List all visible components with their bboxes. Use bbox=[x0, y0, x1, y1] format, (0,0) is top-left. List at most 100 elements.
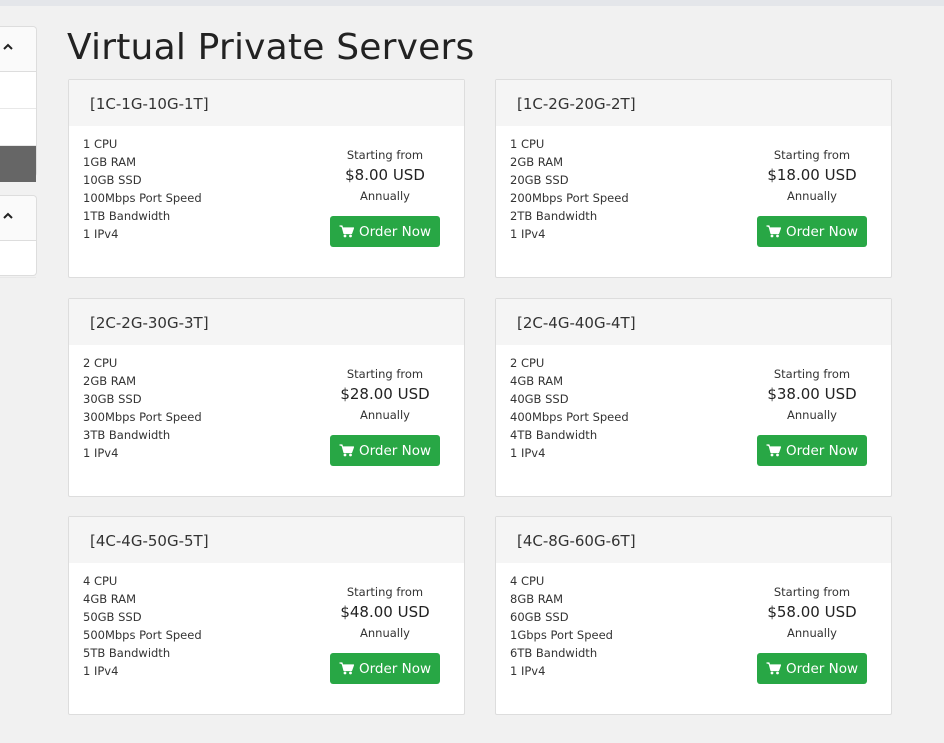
product-card: [1C-2G-20G-2T] 1 CPU 2GB RAM 20GB SSD 20… bbox=[495, 79, 892, 278]
feature-item: 1 IPv4 bbox=[83, 446, 119, 460]
feature-item: 8GB RAM bbox=[510, 592, 564, 606]
feature-item: 2 CPU bbox=[83, 356, 118, 370]
feature-item: 300Mbps Port Speed bbox=[83, 410, 202, 424]
feature-item: 6TB Bandwidth bbox=[510, 646, 598, 660]
order-now-label: Order Now bbox=[358, 442, 432, 459]
price: $28.00 USD bbox=[340, 385, 430, 403]
sidebar-item[interactable] bbox=[0, 72, 36, 109]
pricing: Starting from $18.00 USD Annually Order … bbox=[751, 146, 873, 247]
sidebar-panel-categories bbox=[0, 26, 37, 182]
price: $18.00 USD bbox=[767, 166, 857, 184]
feature-list: 4 CPU 4GB RAM 50GB SSD 500Mbps Port Spee… bbox=[83, 572, 202, 680]
price: $58.00 USD bbox=[767, 603, 857, 621]
feature-item: 2 CPU bbox=[510, 356, 545, 370]
feature-item: 4 CPU bbox=[510, 574, 545, 588]
feature-item: 1 CPU bbox=[83, 137, 118, 151]
price: $48.00 USD bbox=[340, 603, 430, 621]
product-name: [4C-8G-60G-6T] bbox=[496, 517, 891, 563]
shopping-cart-icon bbox=[766, 662, 781, 675]
feature-item: 1 IPv4 bbox=[510, 664, 546, 678]
sidebar-panel-header[interactable] bbox=[0, 196, 36, 241]
feature-item: 1TB Bandwidth bbox=[83, 209, 171, 223]
billing-cycle: Annually bbox=[360, 626, 410, 640]
order-now-button[interactable]: Order Now bbox=[330, 216, 440, 247]
shopping-cart-icon bbox=[339, 444, 354, 457]
product-card: [1C-1G-10G-1T] 1 CPU 1GB RAM 10GB SSD 10… bbox=[68, 79, 465, 278]
shopping-cart-icon bbox=[766, 225, 781, 238]
feature-list: 2 CPU 4GB RAM 40GB SSD 400Mbps Port Spee… bbox=[510, 354, 629, 462]
pricing: Starting from $28.00 USD Annually Order … bbox=[324, 365, 446, 466]
feature-item: 1 IPv4 bbox=[510, 227, 546, 241]
starting-from-label: Starting from bbox=[773, 148, 851, 162]
pricing: Starting from $48.00 USD Annually Order … bbox=[324, 583, 446, 684]
feature-item: 60GB SSD bbox=[510, 610, 569, 624]
feature-list: 1 CPU 2GB RAM 20GB SSD 200Mbps Port Spee… bbox=[510, 135, 629, 243]
feature-item: 4TB Bandwidth bbox=[510, 428, 598, 442]
feature-item: 2GB RAM bbox=[83, 374, 137, 388]
product-name: [2C-4G-40G-4T] bbox=[496, 299, 891, 345]
sidebar bbox=[0, 0, 38, 743]
feature-item: 500Mbps Port Speed bbox=[83, 628, 202, 642]
starting-from-label: Starting from bbox=[346, 367, 424, 381]
product-card: [4C-4G-50G-5T] 4 CPU 4GB RAM 50GB SSD 50… bbox=[68, 516, 465, 715]
feature-item: 20GB SSD bbox=[510, 173, 569, 187]
shopping-cart-icon bbox=[766, 444, 781, 457]
order-now-button[interactable]: Order Now bbox=[757, 435, 867, 466]
feature-item: 1GB RAM bbox=[83, 155, 137, 169]
order-now-label: Order Now bbox=[785, 442, 859, 459]
product-name: [1C-1G-10G-1T] bbox=[69, 80, 464, 126]
feature-item: 1 CPU bbox=[510, 137, 545, 151]
sidebar-item[interactable] bbox=[0, 241, 36, 278]
feature-item: 50GB SSD bbox=[83, 610, 142, 624]
product-name: [4C-4G-50G-5T] bbox=[69, 517, 464, 563]
order-now-label: Order Now bbox=[785, 660, 859, 677]
product-name: [2C-2G-30G-3T] bbox=[69, 299, 464, 345]
starting-from-label: Starting from bbox=[773, 367, 851, 381]
pricing: Starting from $38.00 USD Annually Order … bbox=[751, 365, 873, 466]
shopping-cart-icon bbox=[339, 225, 354, 238]
feature-list: 2 CPU 2GB RAM 30GB SSD 300Mbps Port Spee… bbox=[83, 354, 202, 462]
order-now-button[interactable]: Order Now bbox=[757, 216, 867, 247]
chevron-up-icon[interactable] bbox=[3, 211, 13, 221]
sidebar-item[interactable] bbox=[0, 109, 36, 146]
order-now-label: Order Now bbox=[358, 223, 432, 240]
feature-item: 5TB Bandwidth bbox=[83, 646, 171, 660]
page-title: Virtual Private Servers bbox=[67, 27, 475, 68]
pricing: Starting from $58.00 USD Annually Order … bbox=[751, 583, 873, 684]
sidebar-item-active[interactable] bbox=[0, 146, 36, 182]
product-name: [1C-2G-20G-2T] bbox=[496, 80, 891, 126]
product-card: [2C-2G-30G-3T] 2 CPU 2GB RAM 30GB SSD 30… bbox=[68, 298, 465, 497]
product-card: [4C-8G-60G-6T] 4 CPU 8GB RAM 60GB SSD 1G… bbox=[495, 516, 892, 715]
top-strip bbox=[0, 0, 944, 6]
billing-cycle: Annually bbox=[787, 626, 837, 640]
feature-item: 1 IPv4 bbox=[510, 446, 546, 460]
sidebar-panel-actions bbox=[0, 195, 37, 278]
order-now-button[interactable]: Order Now bbox=[757, 653, 867, 684]
order-now-label: Order Now bbox=[358, 660, 432, 677]
feature-item: 1 IPv4 bbox=[83, 227, 119, 241]
order-now-button[interactable]: Order Now bbox=[330, 653, 440, 684]
chevron-up-icon[interactable] bbox=[3, 42, 13, 52]
order-now-label: Order Now bbox=[785, 223, 859, 240]
pricing: Starting from $8.00 USD Annually Order N… bbox=[324, 146, 446, 247]
billing-cycle: Annually bbox=[787, 408, 837, 422]
feature-item: 4 CPU bbox=[83, 574, 118, 588]
feature-item: 400Mbps Port Speed bbox=[510, 410, 629, 424]
feature-list: 4 CPU 8GB RAM 60GB SSD 1Gbps Port Speed … bbox=[510, 572, 613, 680]
order-now-button[interactable]: Order Now bbox=[330, 435, 440, 466]
price: $8.00 USD bbox=[345, 166, 425, 184]
feature-item: 2GB RAM bbox=[510, 155, 564, 169]
starting-from-label: Starting from bbox=[773, 585, 851, 599]
sidebar-panel-header[interactable] bbox=[0, 27, 36, 72]
feature-item: 40GB SSD bbox=[510, 392, 569, 406]
product-card: [2C-4G-40G-4T] 2 CPU 4GB RAM 40GB SSD 40… bbox=[495, 298, 892, 497]
feature-item: 30GB SSD bbox=[83, 392, 142, 406]
billing-cycle: Annually bbox=[360, 189, 410, 203]
starting-from-label: Starting from bbox=[346, 148, 424, 162]
price: $38.00 USD bbox=[767, 385, 857, 403]
feature-item: 3TB Bandwidth bbox=[83, 428, 171, 442]
feature-list: 1 CPU 1GB RAM 10GB SSD 100Mbps Port Spee… bbox=[83, 135, 202, 243]
feature-item: 100Mbps Port Speed bbox=[83, 191, 202, 205]
feature-item: 1Gbps Port Speed bbox=[510, 628, 613, 642]
feature-item: 10GB SSD bbox=[83, 173, 142, 187]
